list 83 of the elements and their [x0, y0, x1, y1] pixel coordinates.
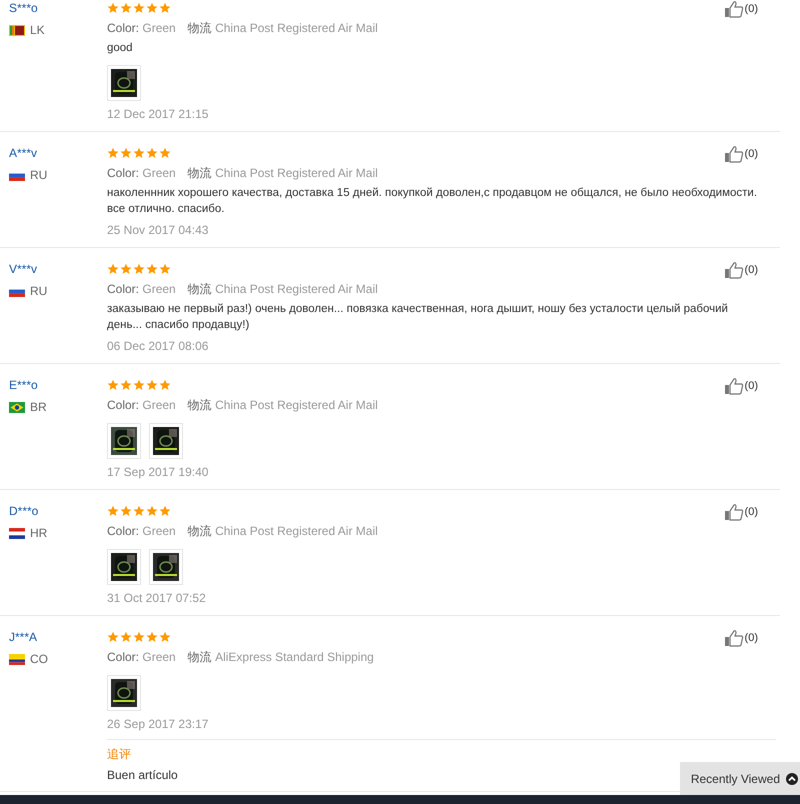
color-info: Color: Green [107, 281, 176, 298]
star-icon [107, 505, 119, 517]
review-date: 26 Sep 2017 23:17 [107, 716, 210, 733]
flag-icon [9, 654, 25, 664]
star-icon [159, 263, 171, 275]
country-code: HR [30, 525, 48, 542]
flag-icon [9, 24, 25, 36]
star-icon [133, 631, 145, 643]
star-icon [159, 2, 171, 14]
reviewer-name: E***o [9, 377, 39, 393]
star-icon [133, 263, 145, 275]
star-icon [159, 147, 171, 159]
thumbs-up-icon[interactable] [724, 629, 744, 647]
country-code: RU [30, 283, 48, 300]
review-text: заказываю не первый раз!) очень доволен... повязка качественная, нога дышит, ношу без усталости целый рабочий день... спасибо продавцу!) [107, 302, 729, 333]
shipping-info: 物流 China Post Registered Air Mail [188, 165, 378, 182]
color-info: Color: Green [107, 397, 176, 414]
review-date: 12 Dec 2017 21:15 [107, 106, 210, 123]
country-code: LK [30, 22, 45, 39]
review-text: наколеннник хорошего качества, доставка 15 дней. покупкой доволен,с продавцом не общался, не было необходимости. все отлично. спасибо. [107, 186, 758, 217]
review-date: 31 Oct 2017 07:52 [107, 590, 207, 607]
reviewer-name: D***o [9, 503, 40, 519]
star-icon [120, 631, 132, 643]
review-date: 25 Nov 2017 04:43 [107, 222, 210, 239]
star-icon [107, 631, 119, 643]
color-info: Color: Green [107, 20, 176, 37]
shipping-info: 物流 China Post Registered Air Mail [188, 20, 378, 37]
recently-viewed-tab[interactable]: Recently Viewed [680, 762, 800, 795]
flag-icon [9, 528, 25, 538]
thumbs-up-icon[interactable] [724, 261, 744, 279]
shipping-info: 物流 China Post Registered Air Mail [188, 523, 378, 540]
followup-label: 追评 [107, 746, 132, 763]
reviewer-name: A***v [9, 145, 38, 161]
star-icon [133, 147, 145, 159]
flag-icon [9, 402, 25, 412]
like-count: (0) [744, 504, 758, 520]
star-icon [146, 147, 158, 159]
thumbs-up-icon[interactable] [724, 377, 744, 395]
star-icon [107, 147, 119, 159]
star-icon [159, 505, 171, 517]
star-icon [107, 2, 119, 14]
star-icon [133, 379, 145, 391]
thumbs-up-icon[interactable] [724, 145, 744, 163]
color-info: Color: Green [107, 165, 176, 182]
color-info: Color: Green [107, 523, 176, 540]
review-text: good [107, 41, 134, 56]
reviewer-name: S***o [9, 0, 39, 16]
shipping-info: 物流 China Post Registered Air Mail [188, 397, 378, 414]
like-count: (0) [744, 378, 758, 394]
color-info: Color: Green [107, 649, 176, 666]
star-icon [120, 379, 132, 391]
star-icon [146, 631, 158, 643]
star-icon [133, 2, 145, 14]
star-icon [120, 505, 132, 517]
shipping-info: 物流 AliExpress Standard Shipping [188, 649, 374, 666]
country-code: BR [30, 399, 47, 416]
like-count: (0) [744, 2, 758, 17]
thumbs-up-icon[interactable] [724, 503, 744, 521]
review-date: 06 Dec 2017 08:06 [107, 338, 210, 355]
review-date: 17 Sep 2017 19:40 [107, 464, 210, 481]
chevron-up-icon [786, 772, 798, 784]
country-code: RU [30, 167, 48, 184]
star-icon [107, 379, 119, 391]
shipping-info: 物流 China Post Registered Air Mail [188, 281, 378, 298]
followup-text: Buen artículo [107, 767, 178, 783]
like-count: (0) [744, 262, 758, 278]
country-code: CO [30, 651, 48, 668]
thumbs-up-icon[interactable] [724, 0, 744, 18]
star-icon [120, 263, 132, 275]
like-count: (0) [744, 630, 758, 646]
like-count: (0) [744, 146, 758, 162]
star-icon [107, 263, 119, 275]
star-icon [159, 631, 171, 643]
star-icon [146, 2, 158, 14]
star-icon [159, 379, 171, 391]
star-icon [133, 505, 145, 517]
star-icon [146, 505, 158, 517]
star-icon [120, 2, 132, 14]
star-icon [146, 263, 158, 275]
star-icon [120, 147, 132, 159]
reviewer-name: J***A [9, 629, 38, 645]
reviewer-name: V***v [9, 261, 38, 277]
star-icon [146, 379, 158, 391]
